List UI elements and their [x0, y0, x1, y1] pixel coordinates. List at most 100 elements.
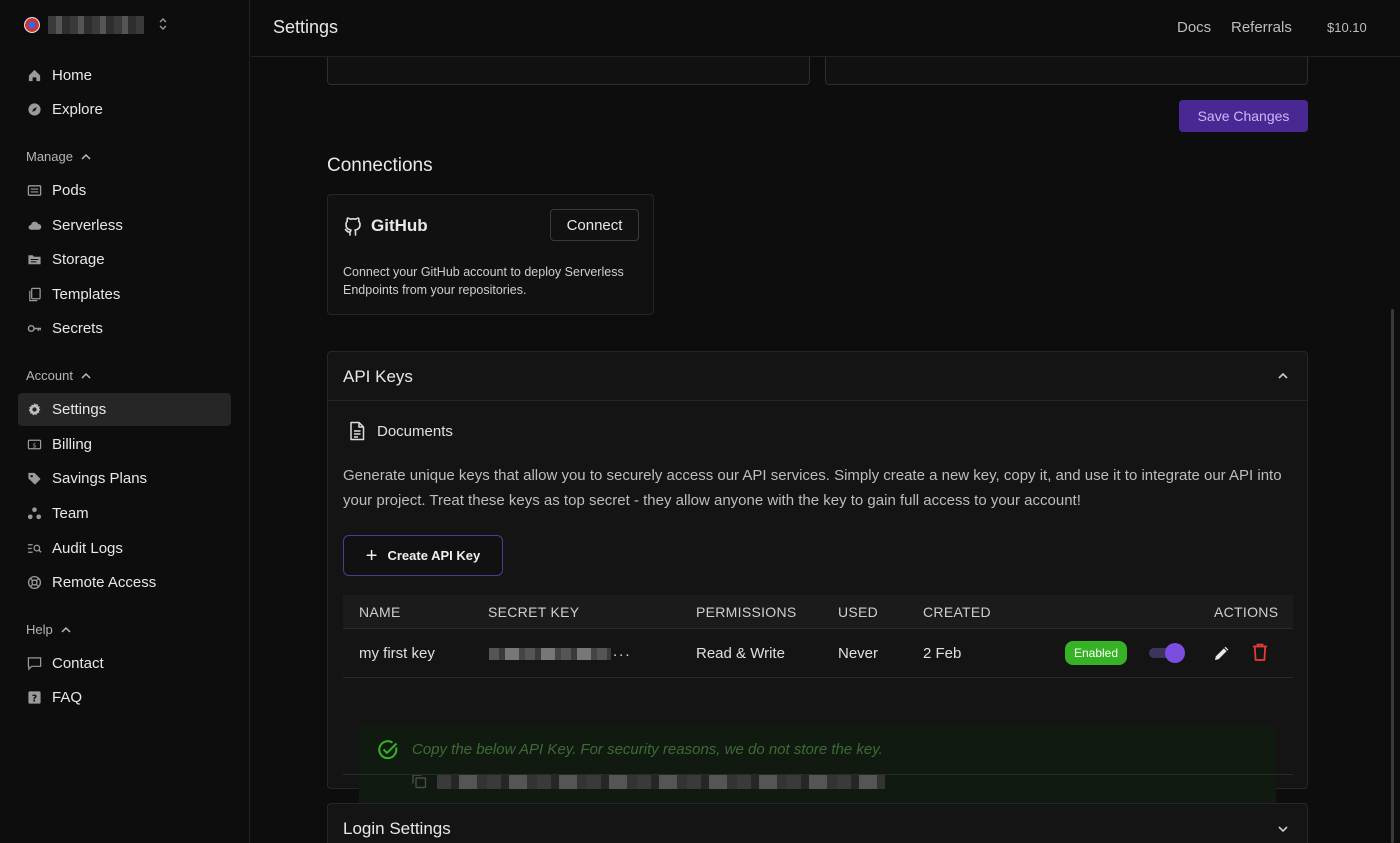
sidebar-item-label: Secrets [52, 320, 103, 337]
docs-link[interactable]: Docs [1177, 19, 1211, 36]
sidebar-item-serverless[interactable]: Serverless [18, 209, 231, 242]
sidebar-item-secrets[interactable]: Secrets [18, 312, 231, 345]
tag-icon [26, 471, 42, 487]
key-permissions: Read & Write [696, 645, 785, 662]
status-badge: Enabled [1065, 641, 1127, 665]
new-key-panel: Copy the below API Key. For security rea… [359, 725, 1276, 807]
column-created: CREATED [923, 604, 991, 620]
github-connection-card: GitHub Connect Connect your GitHub accou… [327, 194, 654, 315]
question-icon: ? [26, 690, 42, 706]
check-circle-icon [377, 739, 399, 761]
login-settings-title: Login Settings [343, 819, 451, 838]
copy-key-message: Copy the below API Key. For security rea… [412, 741, 883, 758]
workspace-name-redacted [48, 16, 144, 34]
team-icon [26, 506, 42, 522]
gear-icon [26, 402, 42, 418]
key-created: 2 Feb [923, 645, 962, 662]
sidebar-item-label: Contact [52, 655, 104, 672]
api-keys-panel: API Keys Documents Generate unique keys … [327, 351, 1308, 807]
folder-icon [26, 252, 42, 268]
sidebar-item-audit-logs[interactable]: Audit Logs [18, 532, 231, 565]
section-label: Help [26, 622, 53, 637]
column-name: NAME [359, 604, 401, 620]
column-actions: ACTIONS [1214, 604, 1279, 620]
sidebar-item-team[interactable]: Team [18, 497, 231, 530]
lifebuoy-icon [26, 575, 42, 591]
audit-icon [26, 541, 42, 557]
sidebar-item-label: Settings [52, 401, 107, 418]
profile-input-left[interactable] [327, 57, 810, 85]
enable-key-toggle[interactable] [1149, 643, 1185, 663]
chevron-down-icon[interactable] [1275, 821, 1291, 837]
sidebar: Home Explore Manage Pods Serverless Stor… [0, 0, 250, 843]
github-connect-button[interactable]: Connect [550, 209, 639, 241]
sidebar-item-pods[interactable]: Pods [18, 174, 231, 207]
connections-heading: Connections [327, 155, 433, 176]
api-keys-header[interactable]: API Keys [328, 352, 1307, 401]
api-key-value-redacted[interactable] [437, 775, 885, 789]
chevron-up-icon[interactable] [1275, 368, 1291, 384]
secret-key-ellipsis: ... [613, 643, 632, 660]
copy-icon[interactable] [411, 773, 427, 789]
sidebar-item-explore[interactable]: Explore [18, 93, 231, 126]
referrals-link[interactable]: Referrals [1231, 19, 1292, 36]
sidebar-item-label: Billing [52, 436, 93, 453]
compass-icon [26, 102, 42, 118]
table-divider [343, 774, 1293, 775]
sidebar-item-label: Team [52, 505, 89, 522]
svg-text:$: $ [32, 441, 36, 449]
documents-link[interactable]: Documents [348, 421, 453, 441]
documents-label: Documents [377, 422, 453, 440]
sidebar-item-contact[interactable]: Contact [18, 647, 231, 680]
sidebar-item-faq[interactable]: ? FAQ [18, 681, 231, 714]
page-title: Settings [273, 17, 339, 37]
section-manage-toggle[interactable]: Manage [26, 149, 91, 164]
chevron-up-icon [81, 151, 91, 163]
workspace-switcher[interactable] [24, 14, 168, 36]
settings-content: Save Changes Connections GitHub Connect … [251, 57, 1400, 843]
cloud-icon [26, 218, 42, 234]
sidebar-item-label: Pods [52, 182, 87, 199]
sidebar-item-label: Serverless [52, 217, 123, 234]
sidebar-item-templates[interactable]: Templates [18, 278, 231, 311]
svg-text:?: ? [31, 693, 36, 704]
pods-icon [26, 183, 42, 199]
api-keys-table: NAME SECRET KEY PERMISSIONS USED CREATED… [343, 595, 1293, 807]
github-icon [343, 215, 363, 237]
chevron-up-icon [61, 624, 71, 636]
table-header: NAME SECRET KEY PERMISSIONS USED CREATED… [343, 595, 1293, 629]
profile-input-right[interactable] [825, 57, 1308, 85]
sidebar-item-home[interactable]: Home [18, 59, 231, 92]
app-root: Home Explore Manage Pods Serverless Stor… [0, 0, 1400, 843]
section-help-toggle[interactable]: Help [26, 622, 71, 637]
sidebar-item-label: Explore [52, 101, 103, 118]
sidebar-item-settings[interactable]: Settings [18, 393, 231, 426]
account-balance[interactable]: $10.10 [1327, 20, 1367, 35]
plus-icon: + [365, 544, 378, 567]
github-title: GitHub [371, 216, 428, 235]
sidebar-item-remote-access[interactable]: Remote Access [18, 566, 231, 599]
key-name: my first key [359, 645, 435, 662]
chevron-updown-icon [158, 17, 168, 34]
scrollbar[interactable] [1391, 309, 1394, 843]
login-settings-panel[interactable]: Login Settings [327, 803, 1308, 843]
save-changes-button[interactable]: Save Changes [1179, 100, 1308, 132]
section-account-toggle[interactable]: Account [26, 368, 91, 383]
sidebar-item-savings-plans[interactable]: Savings Plans [18, 462, 231, 495]
create-api-key-button[interactable]: + Create API Key [343, 535, 503, 576]
sidebar-item-label: Home [52, 67, 93, 84]
key-used: Never [838, 645, 879, 662]
sidebar-item-billing[interactable]: $ Billing [18, 428, 231, 461]
sidebar-item-label: Remote Access [52, 574, 157, 591]
table-row: my first key ... Read & Write Never 2 Fe… [343, 629, 1293, 678]
column-secret-key: SECRET KEY [488, 604, 580, 620]
column-used: USED [838, 604, 879, 620]
pencil-icon[interactable] [1212, 643, 1232, 663]
sidebar-item-label: Savings Plans [52, 470, 148, 487]
sidebar-item-storage[interactable]: Storage [18, 243, 231, 276]
workspace-avatar [24, 17, 40, 33]
toggle-knob [1165, 643, 1185, 663]
sidebar-item-label: Templates [52, 286, 121, 303]
trash-icon[interactable] [1251, 642, 1269, 662]
sidebar-item-label: FAQ [52, 689, 83, 706]
